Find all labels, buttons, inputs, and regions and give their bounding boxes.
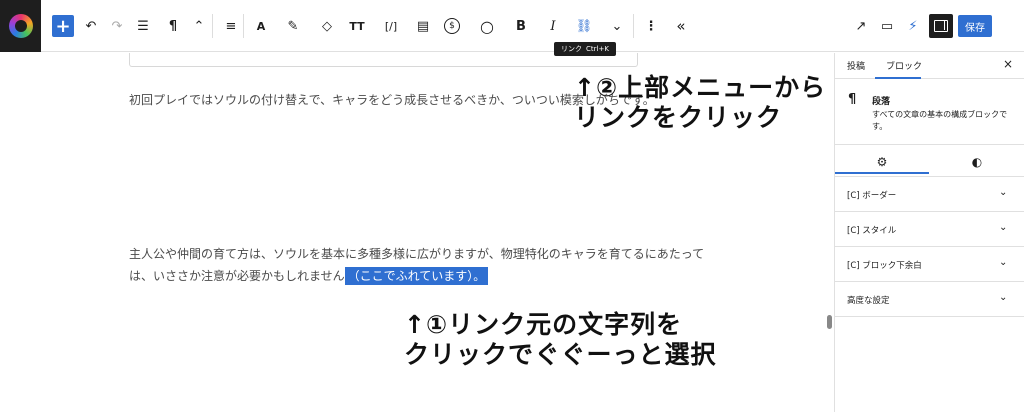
- tab-post[interactable]: 投稿: [847, 59, 865, 72]
- active-tab-indicator: [835, 172, 929, 174]
- panel-block-margin[interactable]: [C] ブロック下余白 ⌄: [835, 247, 1024, 282]
- settings-panel-toggle[interactable]: [929, 14, 953, 38]
- highlight-button[interactable]: ✎: [282, 14, 304, 38]
- document-outline-button[interactable]: ☰: [132, 14, 154, 38]
- tab-block[interactable]: ブロック: [886, 59, 922, 72]
- paragraph-block-button[interactable]: ¶: [162, 14, 184, 38]
- chevron-down-icon: ⌄: [999, 292, 1008, 303]
- selected-text[interactable]: （ここでふれています）。: [344, 267, 489, 285]
- tag-button[interactable]: ◇: [316, 14, 338, 38]
- panel-label: [C] スタイル: [847, 226, 897, 236]
- close-icon[interactable]: ×: [1003, 57, 1013, 71]
- paragraph-text: 初回プレイではソウルの付け替えで、キャラをどう成長させるべきか、ついつい模索しが…: [129, 93, 649, 107]
- annotation-line: リンクをクリック: [574, 103, 783, 132]
- note-button[interactable]: ▤: [412, 14, 434, 38]
- save-button[interactable]: 保存: [958, 15, 992, 37]
- tooltip-shortcut: Ctrl+K: [586, 45, 609, 53]
- sidebar-tabs: 投稿 ブロック ×: [835, 53, 1024, 79]
- site-logo-button[interactable]: [0, 0, 41, 52]
- shortcode-button[interactable]: [/]: [380, 14, 402, 38]
- paragraph-block-selected[interactable]: 主人公や仲間の育て方は、ソウルを基本に多種多様に広がりますが、物理特化のキャラを…: [129, 243, 709, 287]
- circle-button[interactable]: ○: [476, 14, 498, 38]
- jetpack-bolt-button[interactable]: ⚡: [902, 14, 924, 38]
- toolbar-divider: [212, 14, 213, 38]
- block-title: 段落: [872, 97, 891, 107]
- align-button[interactable]: ≡: [220, 14, 242, 38]
- view-post-button[interactable]: ↗: [850, 14, 872, 38]
- gear-icon: ⚙: [876, 155, 888, 169]
- toolbar-divider: [633, 14, 634, 38]
- panel-label: 高度な設定: [847, 296, 890, 306]
- redo-button[interactable]: ↷: [106, 14, 128, 38]
- contrast-icon: ◐: [971, 155, 983, 169]
- annotation-step-1: ↑①リンク元の文字列を クリックでぐぐーっと選択: [404, 310, 717, 370]
- chevron-down-icon: ⌄: [999, 222, 1008, 233]
- tab-styles[interactable]: ◐: [930, 151, 1024, 173]
- panel-style[interactable]: [C] スタイル ⌄: [835, 212, 1024, 247]
- panel-label: [C] ブロック下余白: [847, 261, 922, 271]
- move-block-button[interactable]: ⌃: [188, 14, 210, 38]
- sidebar-icon: [934, 20, 948, 32]
- bold-button[interactable]: B: [510, 14, 532, 38]
- block-options-button[interactable]: ⋮: [640, 14, 662, 38]
- block-description: すべての文章の基本の構成ブロックです。: [872, 110, 1008, 131]
- annotation-line: ↑①リンク元の文字列を: [404, 310, 683, 339]
- panel-label: [C] ボーダー: [847, 191, 897, 201]
- tab-settings[interactable]: ⚙: [835, 151, 929, 174]
- preview-button[interactable]: ▭: [876, 14, 898, 38]
- text-transform-button[interactable]: TT: [346, 14, 368, 38]
- add-block-button[interactable]: +: [52, 15, 74, 37]
- italic-button[interactable]: I: [542, 14, 564, 38]
- panel-border[interactable]: [C] ボーダー ⌄: [835, 177, 1024, 212]
- tooltip-label: リンク: [561, 45, 583, 53]
- block-card: ¶ 段落 すべての文章の基本の構成ブロックです。: [835, 79, 1024, 145]
- collapse-toolbar-button[interactable]: «: [670, 14, 692, 38]
- panel-advanced[interactable]: 高度な設定 ⌄: [835, 282, 1024, 317]
- link-button[interactable]: ⛓: [573, 14, 595, 38]
- annotation-step-2: ↑②上部メニューから リンクをクリック: [574, 73, 826, 133]
- more-rich-text-button[interactable]: ⌄: [606, 14, 628, 38]
- paragraph-icon: ¶: [848, 92, 857, 107]
- top-toolbar: + ↶ ↷ ☰ ¶ ⌃ ≡ A ✎ ◇ TT [/] ▤ $ ○ B I ⛓ ⌄…: [0, 0, 1024, 52]
- chevron-down-icon: ⌄: [999, 187, 1008, 198]
- logo-icon: [8, 14, 33, 38]
- toolbar-divider: [243, 14, 244, 38]
- chevron-down-icon: ⌄: [999, 257, 1008, 268]
- undo-button[interactable]: ↶: [80, 14, 102, 38]
- editor-scrollbar[interactable]: [827, 315, 832, 329]
- text-format-button[interactable]: A: [250, 14, 272, 38]
- block-inspector-tabs: ⚙ ◐: [835, 145, 1024, 177]
- settings-sidebar: 投稿 ブロック × ¶ 段落 すべての文章の基本の構成ブロックです。 ⚙ ◐ […: [834, 53, 1024, 412]
- annotation-line: クリックでぐぐーっと選択: [404, 340, 717, 369]
- link-tooltip: リンク Ctrl+K: [554, 42, 616, 56]
- annotation-line: ↑②上部メニューから: [574, 73, 827, 102]
- paragraph-block[interactable]: 初回プレイではソウルの付け替えで、キャラをどう成長させるべきか、ついつい模索しが…: [129, 89, 649, 111]
- dollar-button[interactable]: $: [444, 18, 460, 34]
